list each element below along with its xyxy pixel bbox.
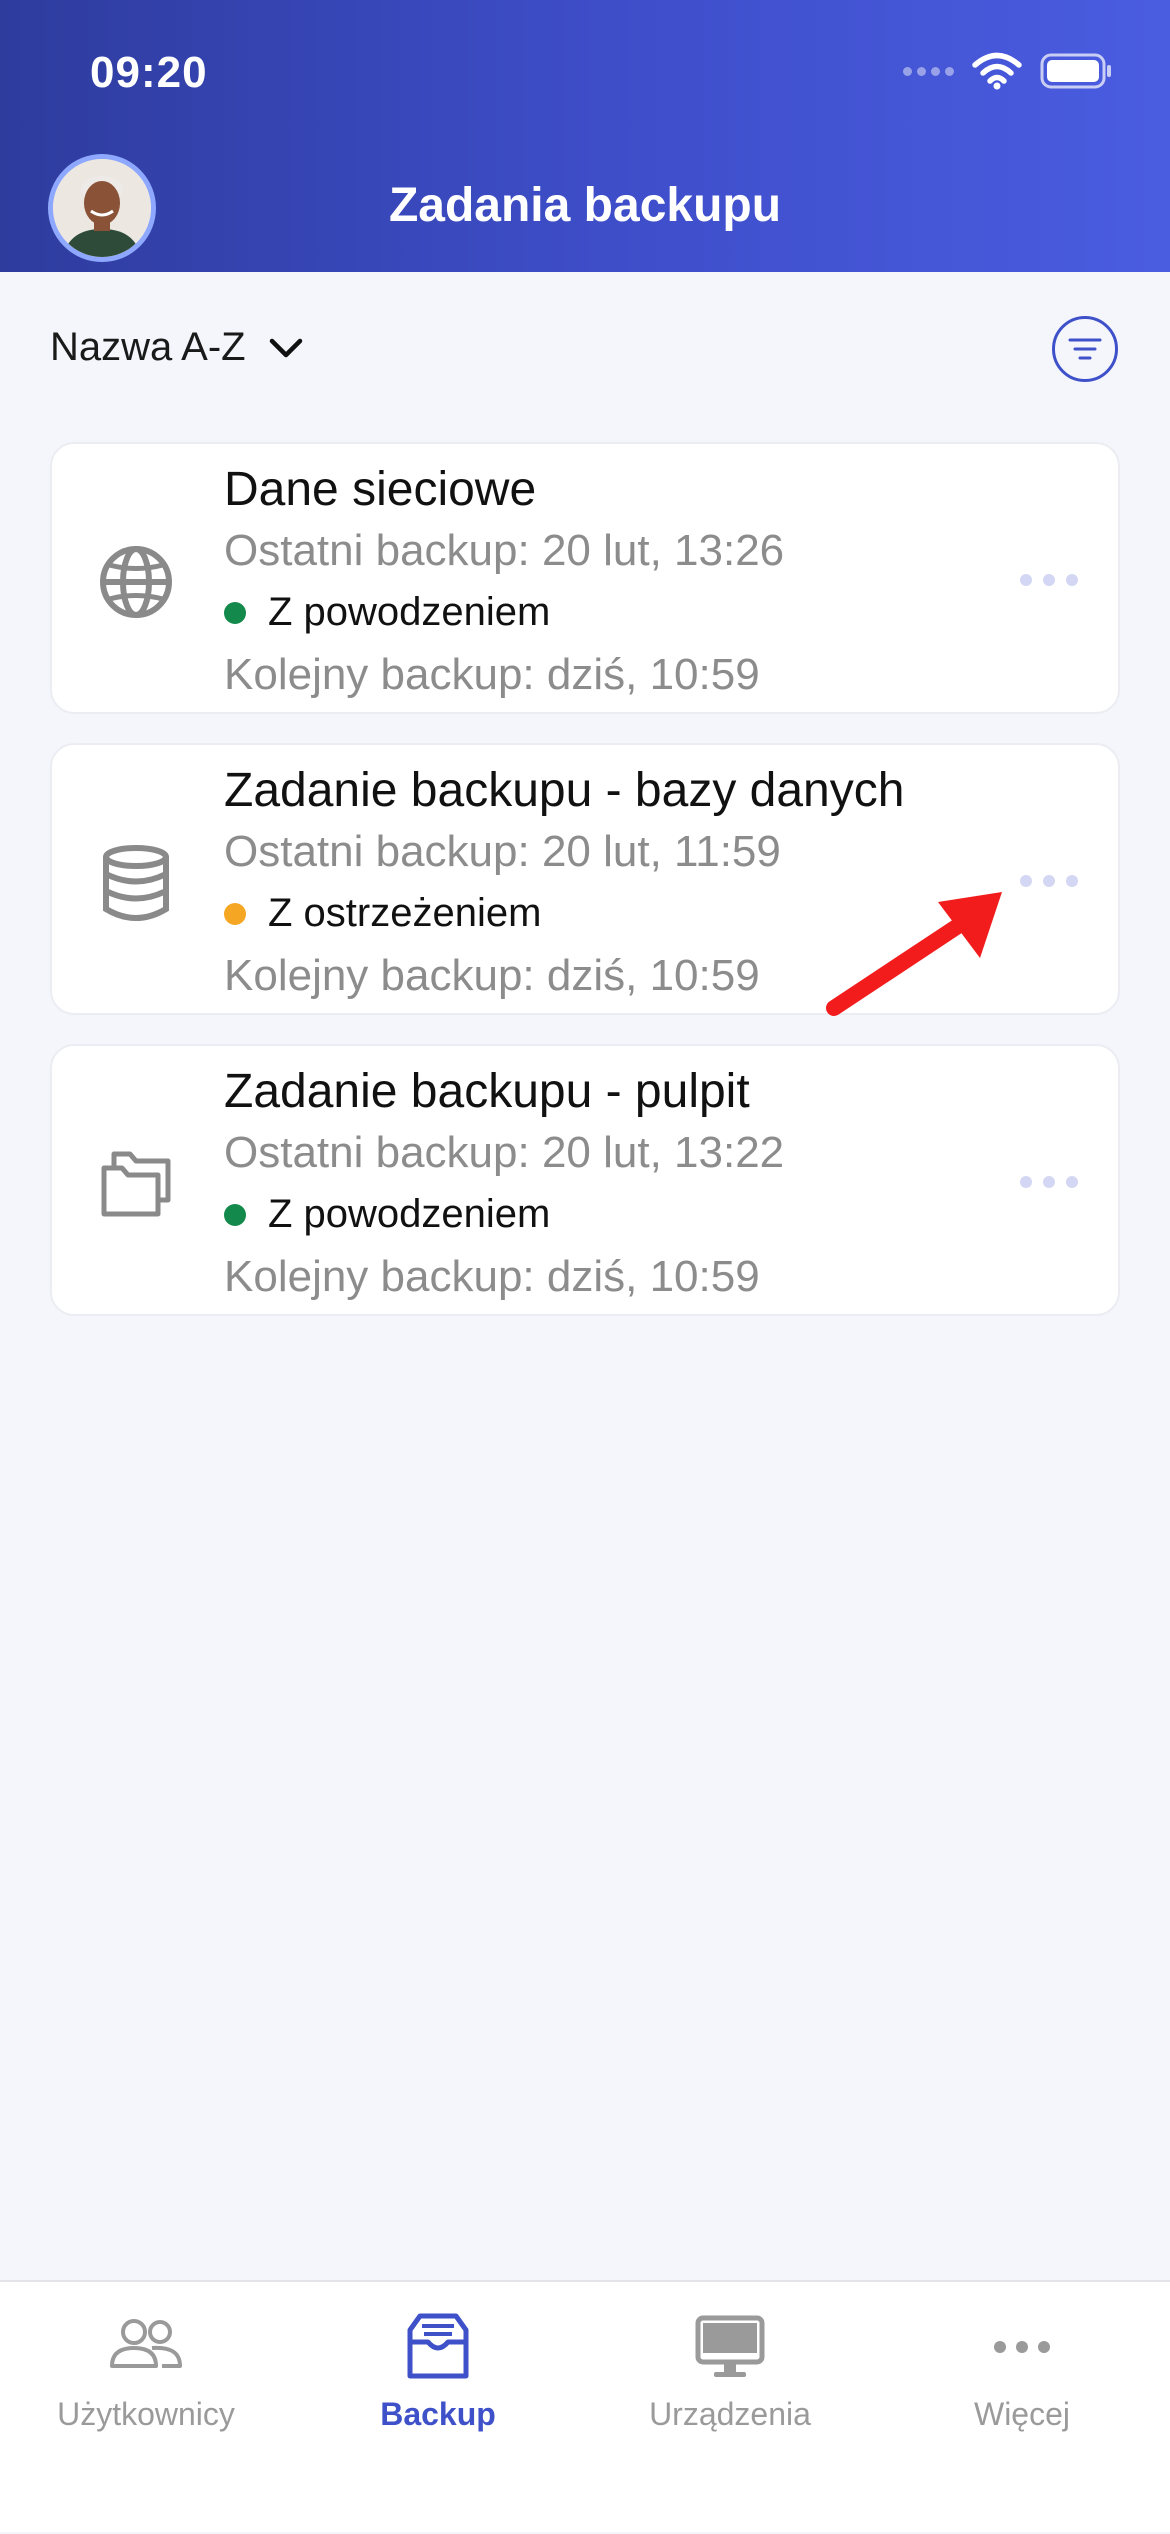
next-backup-text: Kolejny backup: dziś, 10:59 bbox=[224, 1252, 760, 1301]
bottom-tab-bar: Użytkownicy Backup Urządzenia Więcej bbox=[0, 2280, 1170, 2532]
page-title: Zadania backupu bbox=[388, 179, 782, 232]
more-icon bbox=[994, 2341, 1050, 2353]
tab-label: Użytkownicy bbox=[57, 2396, 235, 2432]
annotation-arrow-icon bbox=[826, 892, 1002, 1016]
folders-icon bbox=[101, 1151, 171, 1217]
next-backup-text: Kolejny backup: dziś, 10:59 bbox=[224, 951, 760, 1000]
tab-backup[interactable]: Backup bbox=[292, 2282, 584, 2534]
globe-icon bbox=[100, 546, 172, 618]
warning-dot-icon bbox=[224, 902, 246, 925]
chevron-down-icon bbox=[269, 338, 302, 357]
backup-job-card[interactable]: Dane sieciowe Ostatni backup: 20 lut, 13… bbox=[50, 442, 1120, 714]
filter-icon bbox=[1068, 338, 1102, 360]
success-dot-icon bbox=[224, 1203, 246, 1226]
database-icon bbox=[103, 845, 169, 921]
status-time: 09:20 bbox=[90, 48, 208, 97]
filter-button[interactable] bbox=[1052, 316, 1118, 382]
tab-more[interactable]: Więcej bbox=[876, 2282, 1168, 2534]
status-badge: Z powodzeniem bbox=[224, 590, 550, 635]
sort-label: Nazwa A-Z bbox=[50, 325, 246, 369]
success-dot-icon bbox=[224, 601, 246, 624]
tab-users[interactable]: Użytkownicy bbox=[0, 2282, 292, 2534]
tab-label: Więcej bbox=[973, 2396, 1070, 2432]
last-backup-text: Ostatni backup: 20 lut, 13:26 bbox=[224, 526, 785, 575]
job-title: Dane sieciowe bbox=[224, 463, 537, 516]
monitor-icon bbox=[695, 2315, 765, 2377]
battery-icon bbox=[1040, 53, 1111, 89]
status-indicators bbox=[903, 52, 1114, 90]
status-badge: Z ostrzeżeniem bbox=[224, 891, 541, 936]
sort-dropdown[interactable]: Nazwa A-Z bbox=[50, 325, 304, 370]
status-text: Z powodzeniem bbox=[268, 1192, 551, 1236]
job-title: Zadanie backupu - bazy danych bbox=[224, 764, 905, 817]
status-text: Z ostrzeżeniem bbox=[268, 891, 542, 935]
more-options-button[interactable] bbox=[1004, 568, 1094, 592]
last-backup-text: Ostatni backup: 20 lut, 13:22 bbox=[224, 1128, 785, 1177]
tab-label: Urządzenia bbox=[649, 2396, 811, 2432]
tab-devices[interactable]: Urządzenia bbox=[584, 2282, 876, 2534]
next-backup-text: Kolejny backup: dziś, 10:59 bbox=[224, 650, 760, 699]
tab-label: Backup bbox=[380, 2396, 496, 2432]
backup-job-card[interactable]: Zadanie backupu - pulpit Ostatni backup:… bbox=[50, 1044, 1120, 1316]
cellular-signal-icon bbox=[903, 66, 954, 76]
users-icon bbox=[110, 2319, 182, 2368]
more-options-button[interactable] bbox=[1004, 1170, 1094, 1194]
job-title: Zadanie backupu - pulpit bbox=[224, 1065, 750, 1118]
status-badge: Z powodzeniem bbox=[224, 1192, 550, 1237]
more-options-button[interactable] bbox=[1004, 869, 1094, 893]
last-backup-text: Ostatni backup: 20 lut, 11:59 bbox=[224, 827, 781, 876]
app-header: 09:20 Zadania backupu bbox=[0, 0, 1170, 272]
wifi-icon bbox=[972, 52, 1022, 90]
backup-inbox-icon bbox=[407, 2313, 469, 2379]
status-text: Z powodzeniem bbox=[268, 590, 551, 634]
